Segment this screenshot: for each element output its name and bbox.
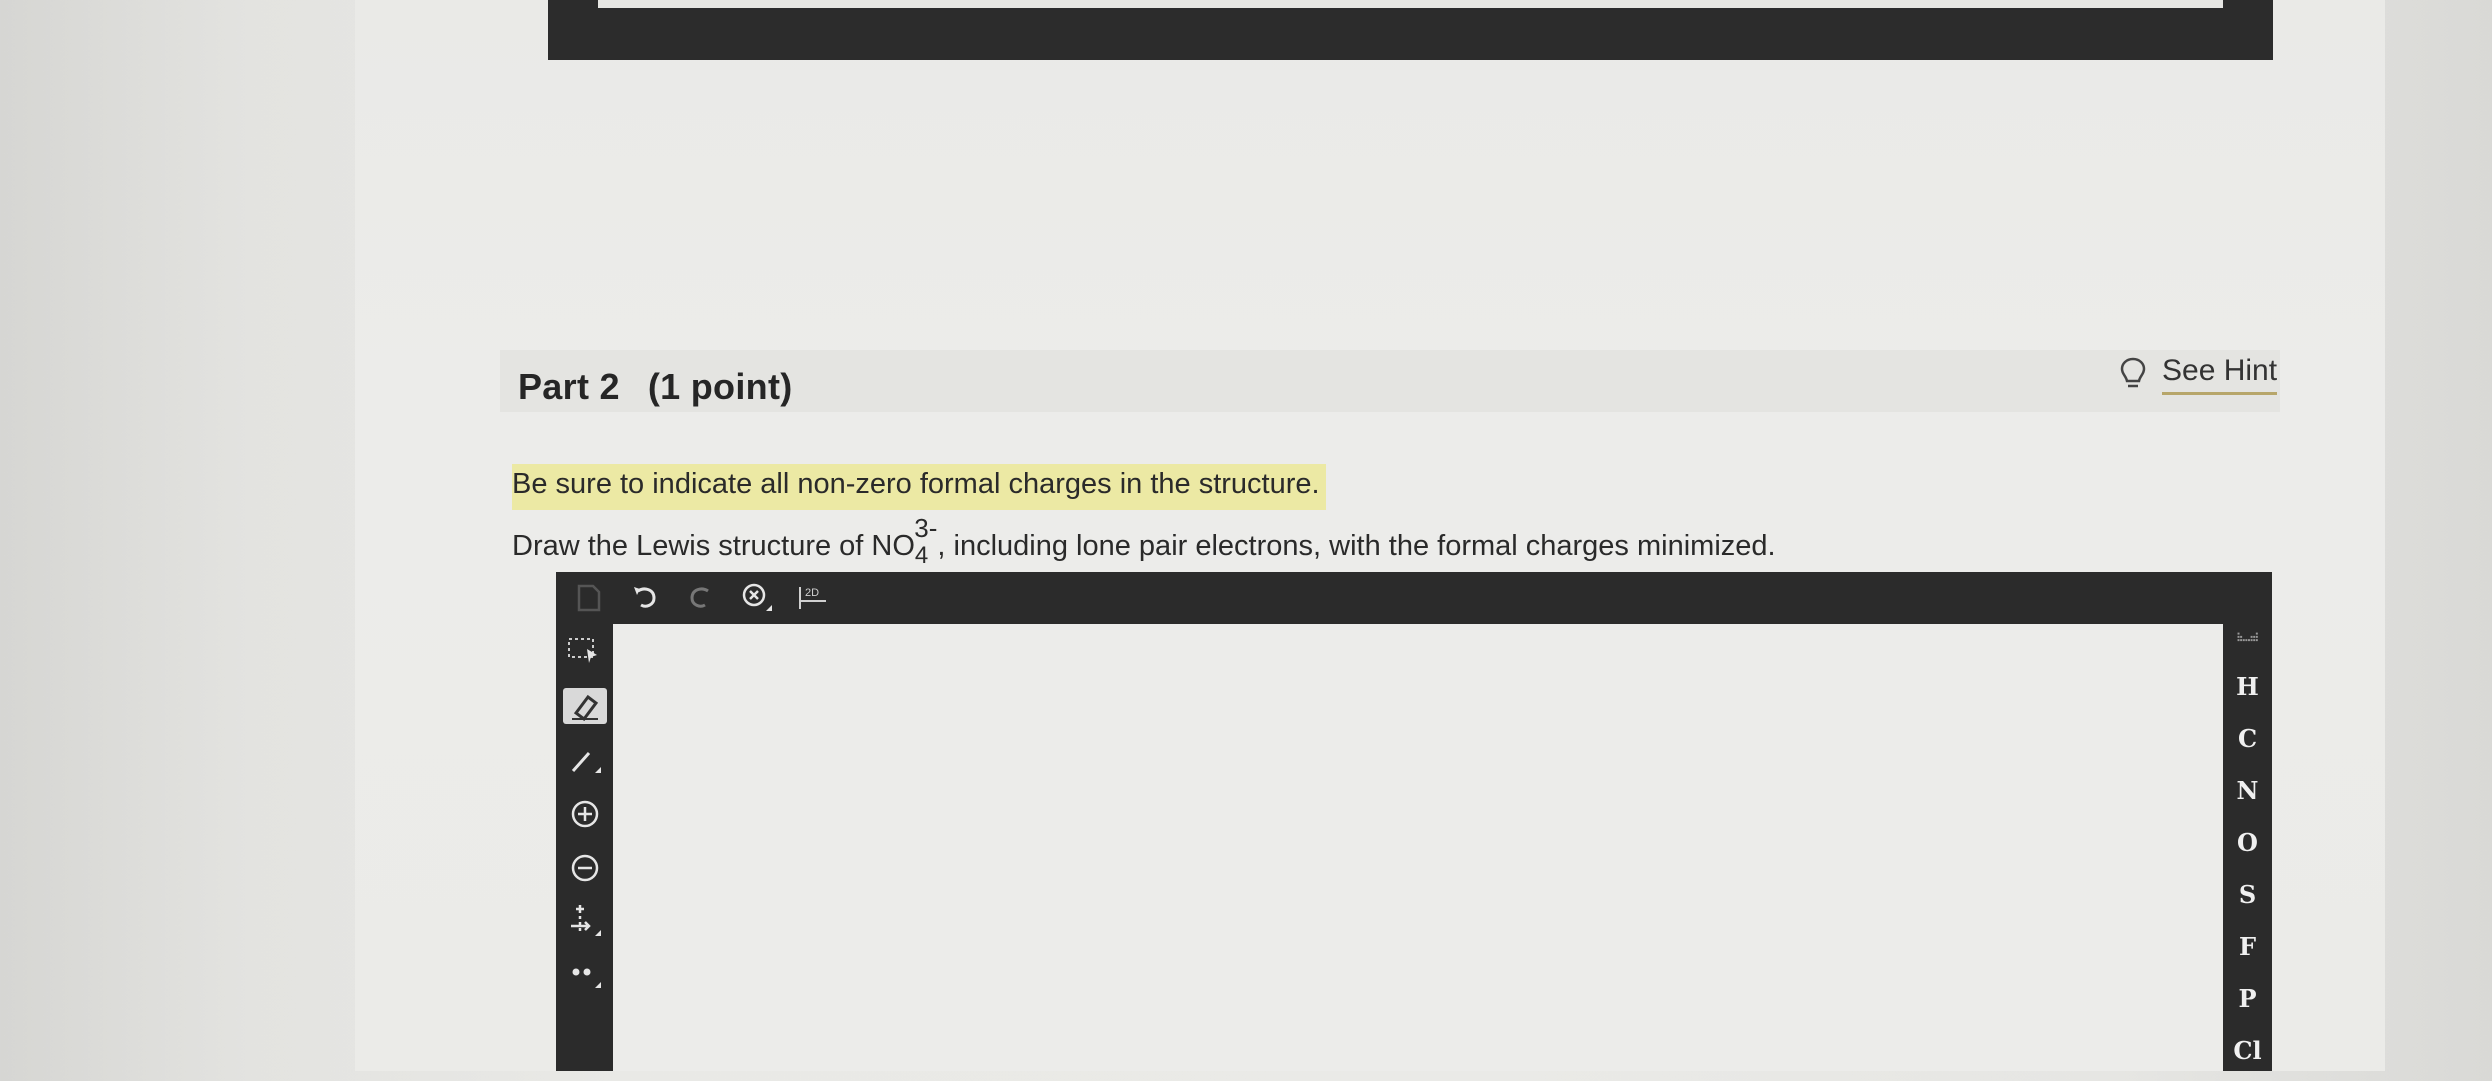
negative-charge-icon[interactable] (563, 850, 607, 886)
atom-button-o[interactable]: O (2228, 817, 2268, 869)
atom-button-f[interactable]: F (2228, 921, 2268, 973)
question-suffix: , including lone pair electrons, with th… (937, 530, 1776, 562)
atom-button-cl[interactable]: Cl (2228, 1025, 2268, 1077)
bond-icon[interactable] (563, 742, 607, 778)
part-number: Part 2 (518, 366, 620, 407)
increase-charge-icon[interactable] (563, 904, 607, 940)
formula-charge-superscript: 3- (914, 513, 938, 543)
positive-charge-icon[interactable] (563, 796, 607, 832)
drawing-canvas[interactable] (613, 624, 2223, 1071)
undo-icon[interactable] (628, 581, 662, 615)
atom-button-c[interactable]: C (2228, 713, 2268, 765)
eraser-icon[interactable] (562, 688, 607, 724)
editor-top-toolbar: 2D (556, 572, 2272, 624)
structure-editor: 2D H C N O S F P Cl (556, 572, 2272, 1071)
previous-canvas-edge (598, 0, 2223, 8)
select-icon[interactable] (563, 634, 607, 670)
question-text: Draw the Lewis structure of NO43-, inclu… (512, 513, 1776, 569)
atom-button-s[interactable]: S (2228, 869, 2268, 921)
periodic-table-icon[interactable] (2230, 630, 2266, 647)
part-title: Part 2 (1 point) (518, 366, 793, 408)
formula-subscript: 4 (914, 542, 929, 569)
formal-charge-instruction: Be sure to indicate all non-zero formal … (512, 464, 1326, 510)
question-prefix: Draw the Lewis structure of NO (512, 530, 915, 562)
clean-2d-label: 2D (805, 587, 819, 599)
see-hint-label[interactable]: See Hint (2162, 354, 2278, 395)
atom-button-p[interactable]: P (2228, 973, 2268, 1025)
see-hint-link[interactable]: See Hint (2118, 350, 2278, 398)
zoom-icon[interactable] (740, 581, 774, 615)
lightbulb-icon (2120, 357, 2146, 388)
atom-button-n[interactable]: N (2228, 765, 2268, 817)
redo-icon[interactable] (684, 581, 718, 615)
new-document-icon[interactable] (572, 581, 606, 615)
lone-pair-icon[interactable] (563, 958, 607, 994)
atom-button-h[interactable]: H (2228, 661, 2268, 713)
atom-toolbar: H C N O S F P Cl (2223, 624, 2272, 1077)
clean-2d-icon[interactable]: 2D (796, 581, 830, 615)
editor-left-toolbar (556, 624, 613, 1081)
part-points: (1 point) (647, 366, 793, 407)
previous-editor-bottom (548, 0, 2273, 60)
